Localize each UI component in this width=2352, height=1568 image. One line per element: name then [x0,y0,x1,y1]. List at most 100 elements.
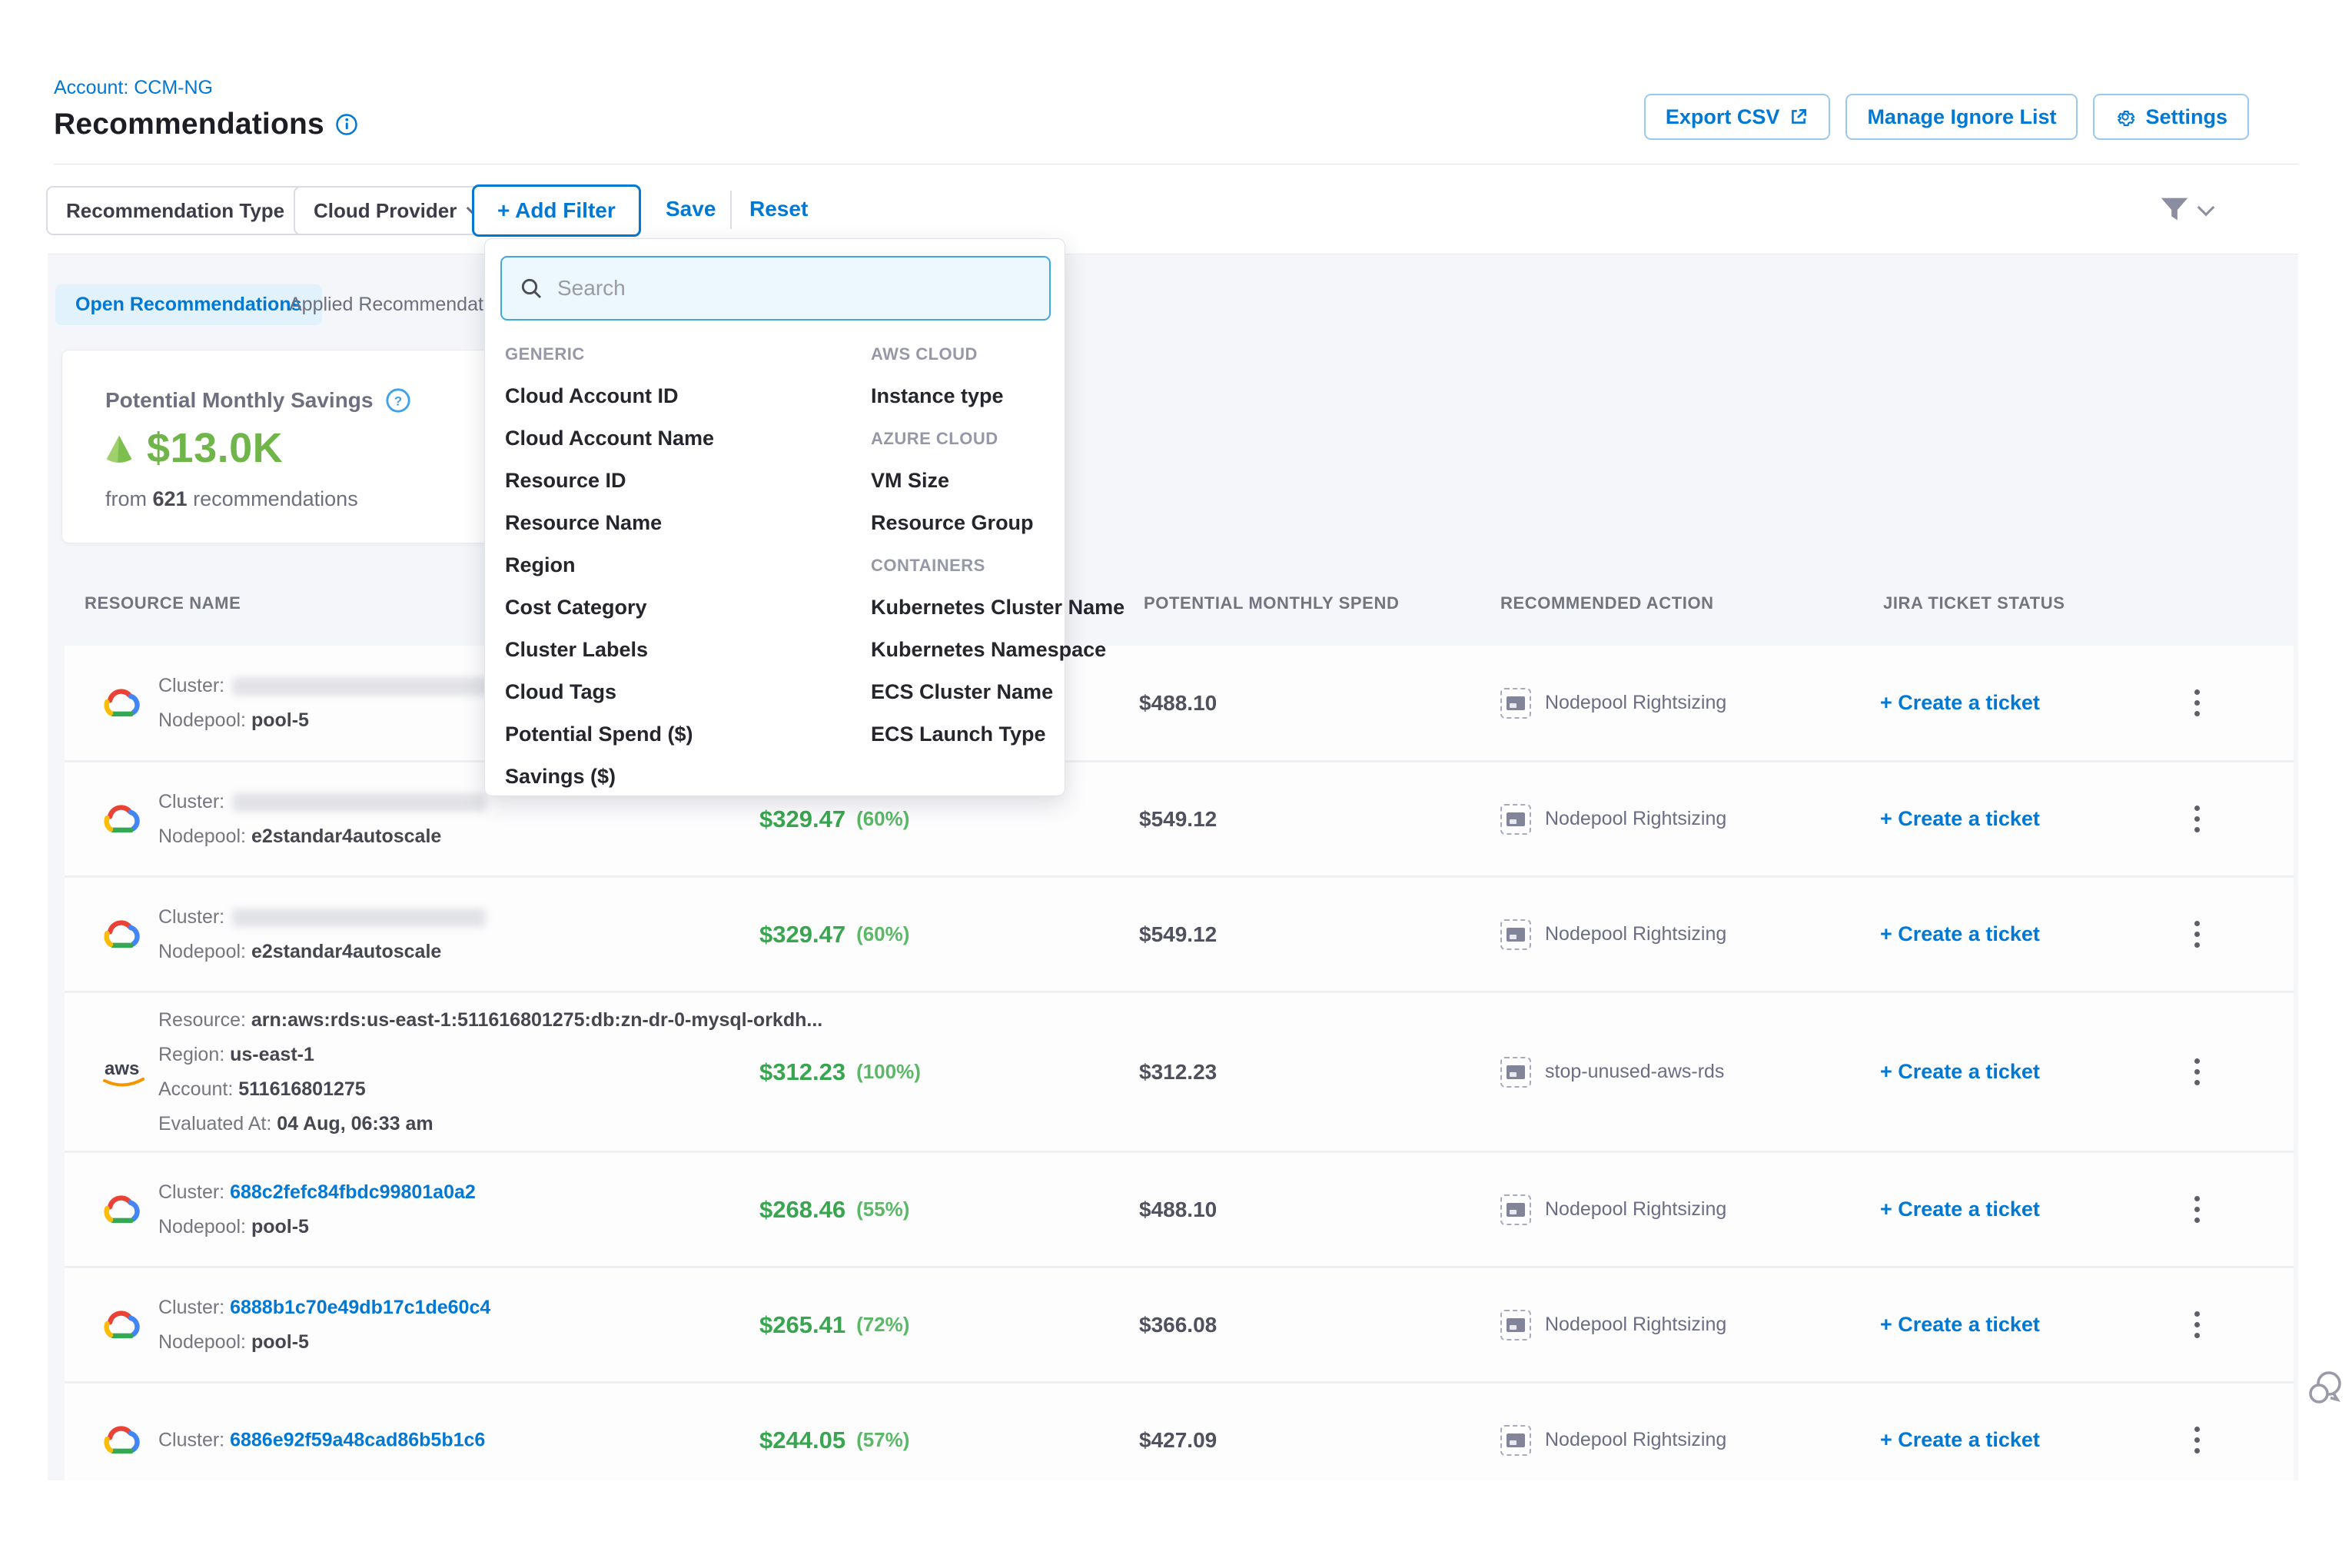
export-csv-button[interactable]: Export CSV [1644,94,1831,140]
info-icon[interactable] [335,113,358,136]
create-ticket-link[interactable]: + Create a ticket [1880,1153,2134,1266]
savings-percent: (60%) [856,807,909,831]
potential-monthly-spend-cell: $549.12 [1139,878,1370,991]
filter-section-label: CONTAINERS [871,544,1063,586]
filter-option[interactable]: ECS Cluster Name [871,671,1063,713]
table-row: aws Resource: arn:aws:rds:us-east-1:5116… [65,993,2294,1153]
savings-subtitle: from 621 recommendations [105,487,358,511]
filter-option[interactable]: ECS Launch Type [871,713,1063,756]
search-input[interactable] [557,276,1032,301]
resource-name-cell: Cluster:Nodepool: pool-5 [158,675,509,732]
row-menu-kebab-icon[interactable] [2180,682,2214,725]
potential-savings-card: Potential Monthly Savings ? $13.0K from … [61,350,493,543]
leaf-icon [102,433,136,463]
search-icon [519,276,543,301]
reset-filter-link[interactable]: Reset [749,197,808,221]
recommendation-type-dropdown[interactable]: Recommendation Type [46,186,329,235]
filter-option[interactable]: Cost Category [505,586,871,629]
recommended-action-cell: Nodepool Rightsizing [1500,762,1839,875]
gcp-icon [98,801,141,838]
funnel-icon [2157,192,2192,228]
cluster-link[interactable]: 6886e92f59a48cad86b5b1c6 [230,1429,485,1450]
col-header-jira-ticket-status: JIRA TICKET STATUS [1883,593,2065,613]
savings-value: $265.41 [759,1311,845,1339]
tab-open-recommendations[interactable]: Open Recommendations [55,284,322,325]
table-row: Cluster:Nodepool: pool-5 $488.10 Nodepoo… [65,646,2294,762]
filter-option[interactable]: VM Size [871,460,1063,502]
filter-option[interactable]: Resource Name [505,502,871,544]
manage-ignore-list-button[interactable]: Manage Ignore List [1845,94,2078,140]
action-label: Nodepool Rightsizing [1545,1314,1726,1336]
cluster-link[interactable]: 688c2fefc84fbdc99801a0a2 [230,1181,476,1203]
row-menu-kebab-icon[interactable] [2180,798,2214,841]
recommended-action-cell: Nodepool Rightsizing [1500,878,1839,991]
row-menu-kebab-icon[interactable] [2180,1304,2214,1347]
create-ticket-link[interactable]: + Create a ticket [1880,762,2134,875]
add-filter-button[interactable]: + Add Filter [472,184,641,237]
filter-funnel-button[interactable] [2157,192,2212,228]
filter-option[interactable]: Potential Spend ($) [505,713,871,756]
settings-button[interactable]: Settings [2093,94,2249,140]
filter-option[interactable]: Cloud Account Name [505,417,871,460]
gcp-icon [98,1191,141,1228]
nodepool-icon [1500,1425,1531,1456]
filter-option[interactable]: Kubernetes Namespace [871,629,1063,671]
filter-options-generic-column: GENERICCloud Account IDCloud Account Nam… [505,333,871,798]
nodepool-icon [1500,688,1531,719]
resource-name-cell: Cluster: 6888b1c70e49db17c1de60c4Nodepoo… [158,1297,490,1354]
potential-monthly-spend-cell: $427.09 [1139,1384,1370,1480]
save-filter-link[interactable]: Save [666,197,716,221]
col-header-potential-monthly-spend: POTENTIAL MONTHLY SPEND [1144,593,1399,613]
filter-option[interactable]: Cloud Account ID [505,375,871,417]
resource-name-cell: Cluster:Nodepool: e2standar4autoscale [158,791,486,848]
table-row: Cluster: 688c2fefc84fbdc99801a0a2Nodepoo… [65,1153,2294,1268]
gcp-icon [98,1307,141,1344]
filter-option[interactable]: Cloud Tags [505,671,871,713]
filter-section-label: AZURE CLOUD [871,417,1063,460]
filter-bar: Recommendation Type Cloud Provider + Add… [46,184,2306,246]
create-ticket-link[interactable]: + Create a ticket [1880,646,2134,760]
external-link-icon [1789,107,1809,127]
filter-option[interactable]: Savings ($) [505,756,871,798]
filter-option[interactable]: Resource ID [505,460,871,502]
savings-value: $244.05 [759,1427,845,1454]
help-widget-icon[interactable] [2306,1370,2346,1413]
potential-monthly-savings-cell: $312.23 (100%) [759,993,1082,1151]
redacted-cluster-name [232,677,509,696]
cloud-provider-dropdown[interactable]: Cloud Provider [294,186,501,235]
row-menu-kebab-icon[interactable] [2180,1188,2214,1231]
nodepool-icon [1500,804,1531,835]
create-ticket-link[interactable]: + Create a ticket [1880,1268,2134,1381]
filter-option[interactable]: Instance type [871,375,1063,417]
header-actions: Export CSV Manage Ignore List Settings [1644,94,2249,140]
filter-option[interactable]: Region [505,544,871,586]
savings-value: $312.23 [759,1058,845,1086]
table-row: Cluster:Nodepool: e2standar4autoscale $3… [65,878,2294,993]
table-row: Cluster: 6886e92f59a48cad86b5b1c6 $244.0… [65,1384,2294,1480]
row-menu-kebab-icon[interactable] [2180,1419,2214,1462]
row-menu-kebab-icon[interactable] [2180,913,2214,956]
filter-option[interactable]: Resource Group [871,502,1063,544]
create-ticket-link[interactable]: + Create a ticket [1880,993,2134,1151]
resource-name-cell: Cluster: 6886e92f59a48cad86b5b1c6 [158,1429,485,1451]
gcp-icon [98,685,141,722]
recommended-action-cell: Nodepool Rightsizing [1500,1384,1839,1480]
account-breadcrumb[interactable]: Account: CCM-NG [54,77,213,99]
gcp-icon [98,1422,141,1459]
action-label: Nodepool Rightsizing [1545,692,1726,714]
savings-percent: (57%) [856,1428,909,1452]
recommended-action-cell: stop-unused-aws-rds [1500,993,1839,1151]
savings-amount: $13.0K [147,424,283,472]
filter-option[interactable]: Kubernetes Cluster Name [871,586,1063,629]
filter-options-cloud-column: AWS CLOUDInstance typeAZURE CLOUDVM Size… [871,333,1063,798]
cluster-link[interactable]: 6888b1c70e49db17c1de60c4 [230,1297,490,1318]
filter-section-label: GENERIC [505,333,871,375]
potential-monthly-savings-cell: $244.05 (57%) [759,1384,1082,1480]
create-ticket-link[interactable]: + Create a ticket [1880,878,2134,991]
gear-icon [2114,106,2136,128]
row-menu-kebab-icon[interactable] [2180,1051,2214,1094]
question-icon[interactable]: ? [385,387,411,414]
filter-option[interactable]: Cluster Labels [505,629,871,671]
resource-name-cell: Cluster: 688c2fefc84fbdc99801a0a2Nodepoo… [158,1181,476,1238]
create-ticket-link[interactable]: + Create a ticket [1880,1384,2134,1480]
